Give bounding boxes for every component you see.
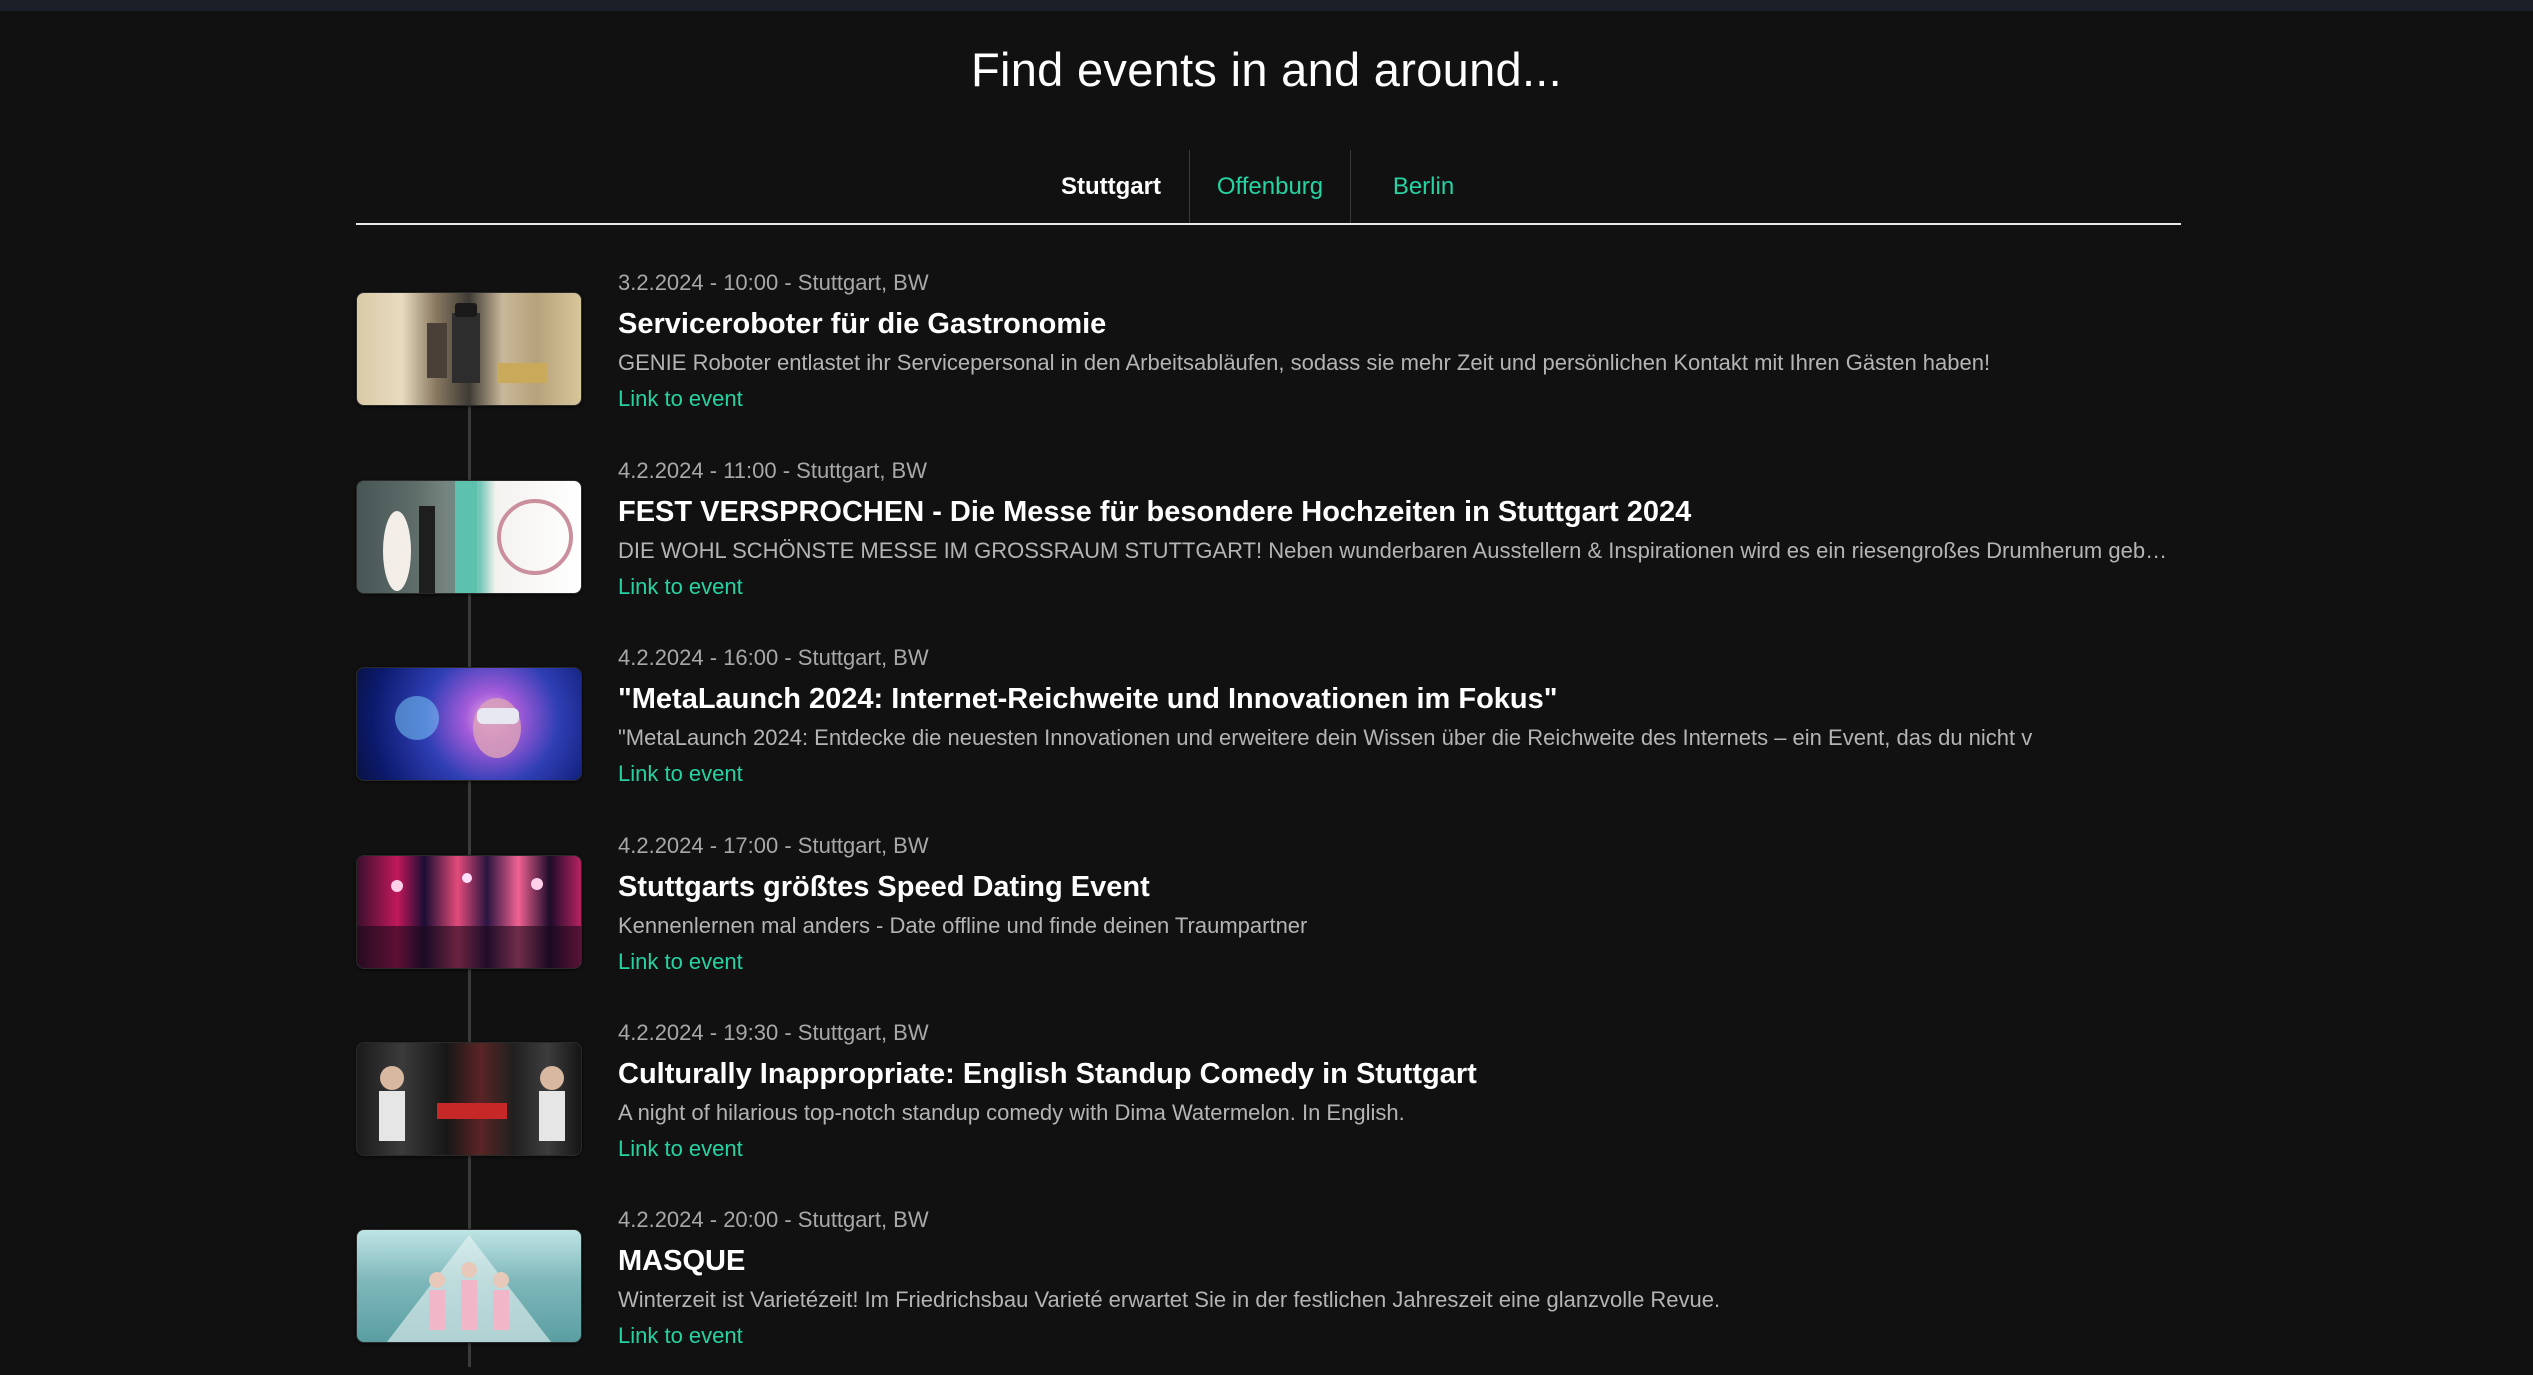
tab-berlin[interactable]: Berlin (1351, 150, 1496, 223)
event-title: "MetaLaunch 2024: Internet-Reichweite un… (618, 683, 1558, 715)
event-link[interactable]: Link to event (618, 759, 743, 789)
event-item: 4.2.2024 - 19:30 - Stuttgart, BW Cultura… (356, 1018, 2181, 1188)
event-title: Serviceroboter für die Gastronomie (618, 308, 1107, 340)
tab-stuttgart[interactable]: Stuttgart (1036, 150, 1186, 223)
event-item: 4.2.2024 - 17:00 - Stuttgart, BW Stuttga… (356, 831, 2181, 1001)
event-date-location: 4.2.2024 - 20:00 - Stuttgart, BW (618, 1207, 929, 1232)
event-date-location: 4.2.2024 - 17:00 - Stuttgart, BW (618, 833, 929, 858)
event-description: Kennenlernen mal anders - Date offline u… (618, 913, 1308, 938)
event-thumbnail[interactable] (356, 1042, 582, 1156)
event-date-location: 4.2.2024 - 11:00 - Stuttgart, BW (618, 458, 927, 483)
comedy-image-icon (379, 1066, 565, 1141)
event-description: DIE WOHL SCHÖNSTE MESSE IM GROSSRAUM STU… (618, 538, 2178, 563)
city-tabs: Stuttgart Offenburg Berlin (356, 150, 2181, 225)
event-link[interactable]: Link to event (618, 947, 743, 977)
event-item: 4.2.2024 - 16:00 - Stuttgart, BW "MetaLa… (356, 643, 2181, 813)
event-link[interactable]: Link to event (618, 1134, 743, 1164)
event-link[interactable]: Link to event (618, 1321, 743, 1351)
event-date-location: 4.2.2024 - 19:30 - Stuttgart, BW (618, 1020, 929, 1045)
event-description: Winterzeit ist Varietézeit! Im Friedrich… (618, 1287, 1721, 1312)
wedding-image-icon (357, 481, 573, 593)
event-date-location: 4.2.2024 - 16:00 - Stuttgart, BW (618, 645, 929, 670)
event-item: 4.2.2024 - 20:00 - Stuttgart, BW MASQUE … (356, 1205, 2181, 1375)
event-title: Culturally Inappropriate: English Standu… (618, 1058, 1477, 1090)
event-title: Stuttgarts größtes Speed Dating Event (618, 871, 1150, 903)
event-item: 4.2.2024 - 11:00 - Stuttgart, BW FEST VE… (356, 456, 2181, 626)
vr-headset-image-icon (395, 696, 521, 758)
event-description: "MetaLaunch 2024: Entdecke die neuesten … (618, 725, 2033, 750)
event-thumbnail[interactable] (356, 292, 582, 406)
event-link[interactable]: Link to event (618, 572, 743, 602)
event-title: FEST VERSPROCHEN - Die Messe für besonde… (618, 496, 1692, 528)
event-description: GENIE Roboter entlastet ihr Serviceperso… (618, 350, 1991, 375)
event-link[interactable]: Link to event (618, 384, 743, 414)
dancers-image-icon (387, 1235, 551, 1342)
event-thumbnail[interactable] (356, 855, 582, 969)
robot-image-icon (427, 303, 547, 383)
event-date-location: 3.2.2024 - 10:00 - Stuttgart, BW (618, 270, 929, 295)
page-title: Find events in and around... (970, 43, 1563, 96)
top-bar (0, 0, 2533, 11)
event-thumbnail[interactable] (356, 1229, 582, 1343)
event-title: MASQUE (618, 1245, 746, 1277)
tab-offenburg[interactable]: Offenburg (1190, 150, 1350, 223)
event-description: A night of hilarious top-notch standup c… (618, 1100, 1405, 1125)
event-item: 3.2.2024 - 10:00 - Stuttgart, BW Service… (356, 268, 2181, 438)
event-thumbnail[interactable] (356, 480, 582, 594)
party-image-icon (357, 873, 581, 968)
event-thumbnail[interactable] (356, 667, 582, 781)
